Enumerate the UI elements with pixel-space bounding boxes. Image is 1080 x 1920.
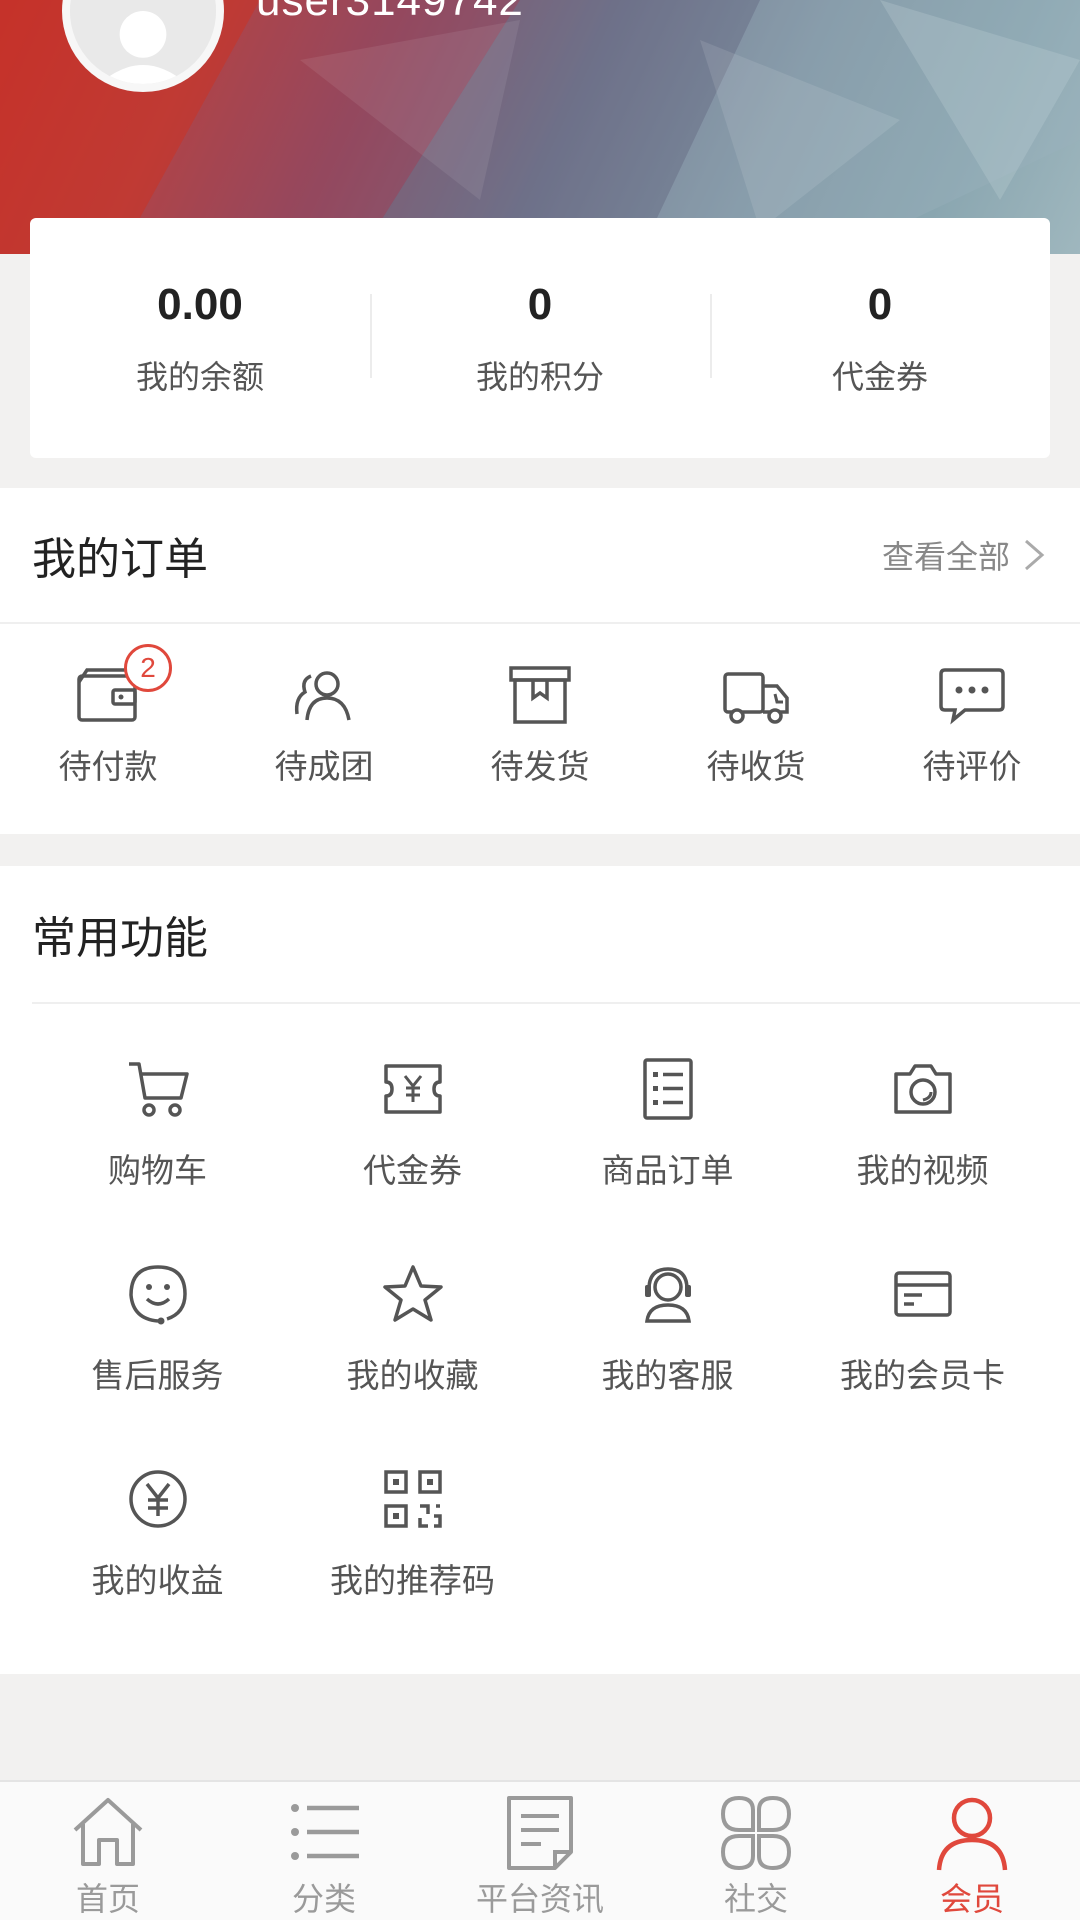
view-all-orders-link[interactable]: 查看全部 <box>882 532 1048 578</box>
star-icon <box>382 1265 443 1322</box>
func-voucher[interactable]: 代金券 <box>285 1004 540 1209</box>
func-earnings[interactable]: 我的收益 <box>30 1414 285 1619</box>
stat-label: 我的积分 <box>475 358 604 396</box>
tab-category[interactable]: 分类 <box>216 1782 432 1920</box>
list-icon <box>291 1804 359 1860</box>
member-icon <box>936 1797 1008 1871</box>
stat-value: 0.00 <box>157 280 243 329</box>
camera-icon <box>893 1064 952 1114</box>
box-icon <box>509 666 571 724</box>
news-icon <box>507 1796 573 1870</box>
stat-label: 代金券 <box>831 358 928 396</box>
func-label: 我的客服 <box>601 1356 734 1395</box>
group-icon <box>294 671 351 721</box>
home-icon <box>73 1798 143 1866</box>
service-smile-icon <box>128 1265 187 1325</box>
comment-icon <box>939 668 1005 725</box>
functions-header: 常用功能 <box>0 866 1080 1002</box>
stats-card: 0.00 我的余额 0 我的积分 0 代金券 <box>30 218 1050 458</box>
tab-news[interactable]: 平台资讯 <box>432 1782 648 1920</box>
stat-points[interactable]: 0 我的积分 <box>370 218 710 458</box>
orders-section: 我的订单 查看全部 2 待付款 待成团 待发货 待收货 待评价 <box>0 488 1080 834</box>
order-pending-shipment[interactable]: 待发货 <box>432 624 648 834</box>
view-all-label: 查看全部 <box>881 538 1010 576</box>
order-status-label: 待收货 <box>706 747 806 786</box>
profile-header: user3149742 <box>0 0 1080 254</box>
func-label: 商品订单 <box>601 1151 734 1190</box>
stat-balance[interactable]: 0.00 我的余额 <box>30 218 370 458</box>
functions-title: 常用功能 <box>32 913 208 964</box>
func-after-sales[interactable]: 售后服务 <box>30 1209 285 1414</box>
func-label: 我的收益 <box>91 1561 224 1600</box>
chevron-right-icon <box>1025 539 1045 571</box>
tab-label: 会员 <box>939 1880 1004 1918</box>
func-shopping-cart[interactable]: 购物车 <box>30 1004 285 1209</box>
card-icon <box>893 1271 952 1317</box>
func-label: 我的收藏 <box>346 1356 479 1395</box>
func-customer-service[interactable]: 我的客服 <box>540 1209 795 1414</box>
orders-title: 我的订单 <box>32 534 208 585</box>
func-label: 我的会员卡 <box>840 1356 1005 1395</box>
tab-label: 分类 <box>291 1880 356 1918</box>
order-status-row: 2 待付款 待成团 待发货 待收货 待评价 <box>0 624 1080 834</box>
bottom-tab-bar: 首页 分类 平台资讯 社交 会员 <box>0 1780 1080 1920</box>
default-avatar-icon <box>70 0 216 84</box>
func-member-card[interactable]: 我的会员卡 <box>795 1209 1050 1414</box>
functions-grid: 购物车 代金券 商品订单 我的视频 售后服务 我的收藏 我的客服 我的会员卡 我… <box>0 1004 1080 1619</box>
func-referral-code[interactable]: 我的推荐码 <box>285 1414 540 1619</box>
username: user3149742 <box>256 0 524 25</box>
tab-label: 首页 <box>75 1880 140 1918</box>
order-status-label: 待成团 <box>274 747 374 786</box>
order-status-label: 待付款 <box>58 747 158 786</box>
func-favorites[interactable]: 我的收藏 <box>285 1209 540 1414</box>
order-status-label: 待评价 <box>922 747 1022 786</box>
order-pending-payment[interactable]: 2 待付款 <box>0 624 216 834</box>
tab-social[interactable]: 社交 <box>648 1782 864 1920</box>
func-label: 购物车 <box>108 1151 207 1190</box>
truck-icon <box>723 672 789 724</box>
functions-section: 常用功能 购物车 代金券 商品订单 我的视频 售后服务 我的收藏 我的客服 我的… <box>0 866 1080 1674</box>
orders-header: 我的订单 查看全部 <box>0 488 1080 624</box>
stat-value: 0 <box>527 280 553 329</box>
voucher-icon <box>383 1064 442 1114</box>
func-label: 售后服务 <box>91 1356 224 1395</box>
qr-code-icon <box>383 1470 442 1528</box>
headset-icon <box>644 1267 691 1323</box>
cart-icon <box>128 1062 189 1117</box>
order-pending-group[interactable]: 待成团 <box>216 624 432 834</box>
order-status-label: 待发货 <box>490 747 590 786</box>
yen-coin-icon <box>128 1470 187 1528</box>
stat-value: 0 <box>867 280 893 329</box>
func-label: 我的推荐码 <box>330 1561 495 1600</box>
func-product-orders[interactable]: 商品订单 <box>540 1004 795 1209</box>
order-pending-review[interactable]: 待评价 <box>864 624 1080 834</box>
stat-vouchers[interactable]: 0 代金券 <box>710 218 1050 458</box>
tab-label: 平台资讯 <box>475 1880 604 1918</box>
func-my-videos[interactable]: 我的视频 <box>795 1004 1050 1209</box>
tab-home[interactable]: 首页 <box>0 1782 216 1920</box>
unpaid-count-badge: 2 <box>124 644 172 692</box>
func-label: 我的视频 <box>856 1151 989 1190</box>
tab-member[interactable]: 会员 <box>864 1782 1080 1920</box>
order-list-icon <box>642 1058 693 1120</box>
social-icon <box>720 1795 792 1871</box>
func-label: 代金券 <box>363 1151 462 1190</box>
order-pending-receipt[interactable]: 待收货 <box>648 624 864 834</box>
stat-label: 我的余额 <box>135 358 264 396</box>
tab-label: 社交 <box>723 1880 788 1918</box>
